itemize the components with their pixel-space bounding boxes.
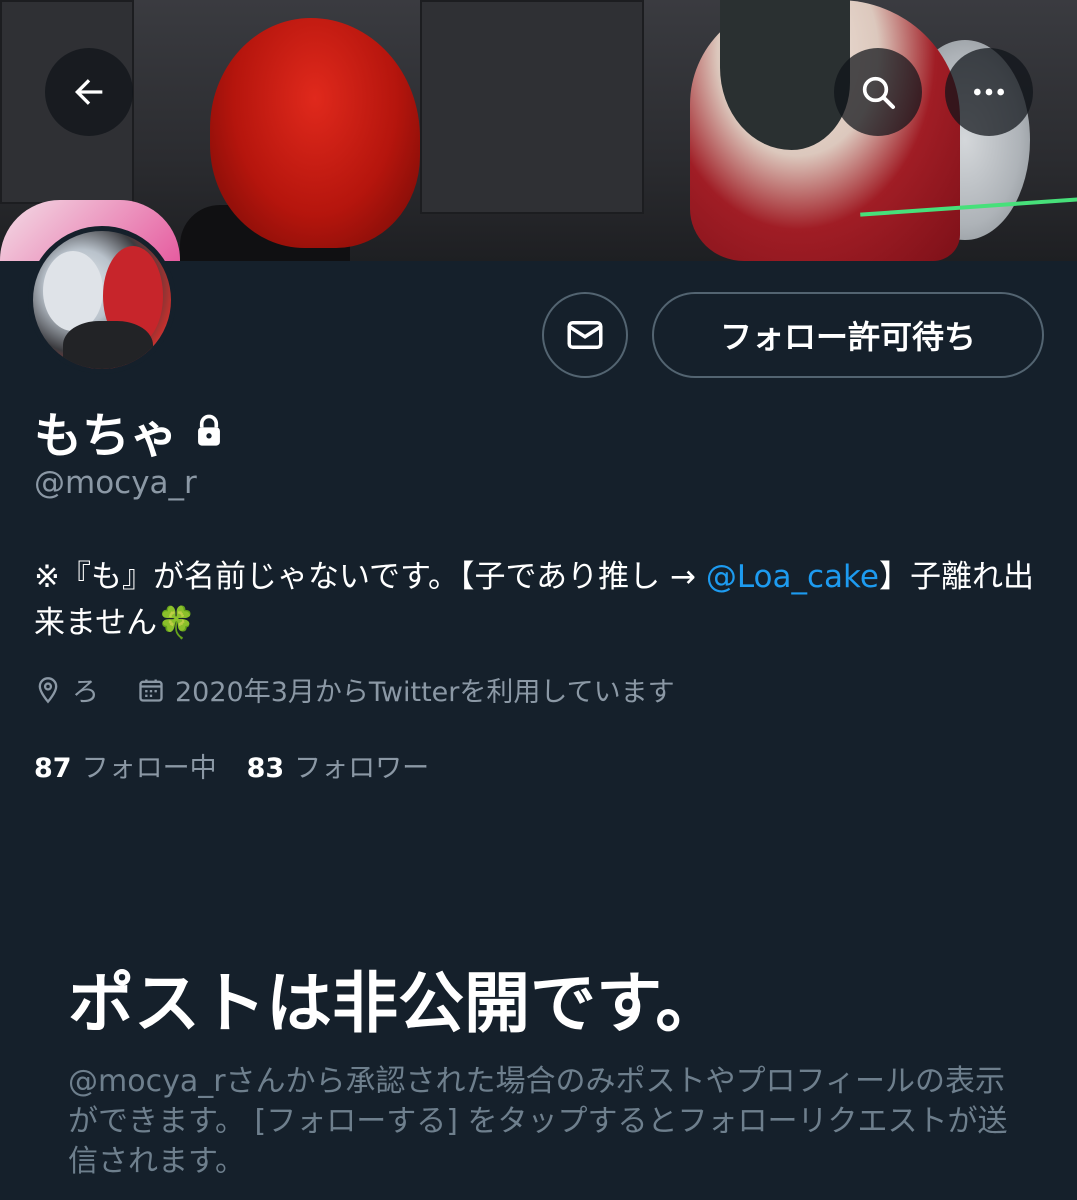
bio-text: ※『も』が名前じゃないです。【子であり推し → xyxy=(34,559,706,595)
calendar-icon xyxy=(139,679,163,702)
location: ろ xyxy=(34,670,99,709)
location-pin-icon xyxy=(38,676,58,703)
bio-mention-link[interactable]: @Loa_cake xyxy=(706,559,879,595)
display-name: もちゃ xyxy=(34,408,179,464)
following-link[interactable]: 87 フォロー中 xyxy=(34,746,217,785)
avatar-figure-body xyxy=(63,321,153,369)
private-notice-description: @mocya_rさんから承認された場合のみポストやプロフィールの表示ができます。… xyxy=(68,1064,1008,1179)
bio: ※『も』が名前じゃないです。【子であり推し → @Loa_cake】子離れ出来ま… xyxy=(34,554,1044,646)
lock-icon xyxy=(198,414,220,446)
join-date: 2020年3月からTwitterを利用しています xyxy=(137,670,675,709)
avatar-figure-left xyxy=(43,251,103,331)
arrow-left-icon xyxy=(75,79,103,105)
follow-pending-button[interactable]: フォロー許可待ち xyxy=(652,292,1044,378)
user-handle: @mocya_r xyxy=(34,465,197,501)
profile-meta: ろ 2020年3月からTwitterを利用しています xyxy=(34,670,675,709)
followers-count: 83 xyxy=(246,753,285,784)
location-text: ろ xyxy=(72,677,99,708)
banner-bg-panel xyxy=(420,0,644,214)
join-date-text: 2020年3月からTwitterを利用しています xyxy=(175,677,675,708)
following-label: フォロー中 xyxy=(81,753,217,784)
follow-counts: 87 フォロー中 83 フォロワー xyxy=(34,746,429,785)
display-name-row: もちゃ xyxy=(34,396,224,466)
avatar[interactable] xyxy=(28,226,176,374)
following-count: 87 xyxy=(34,753,72,784)
search-button[interactable] xyxy=(834,48,922,136)
more-button[interactable] xyxy=(945,48,1033,136)
message-button[interactable] xyxy=(542,292,628,378)
search-icon xyxy=(862,76,895,109)
followers-link[interactable]: 83 フォロワー xyxy=(247,746,430,785)
followers-label: フォロワー xyxy=(294,753,430,784)
back-button[interactable] xyxy=(45,48,133,136)
banner-figure-red-hair xyxy=(210,18,420,248)
profile-banner[interactable] xyxy=(0,0,1077,261)
private-notice-title: ポストは非公開です。 xyxy=(68,965,722,1042)
mail-icon xyxy=(567,321,603,349)
more-dots-icon xyxy=(974,88,1004,96)
